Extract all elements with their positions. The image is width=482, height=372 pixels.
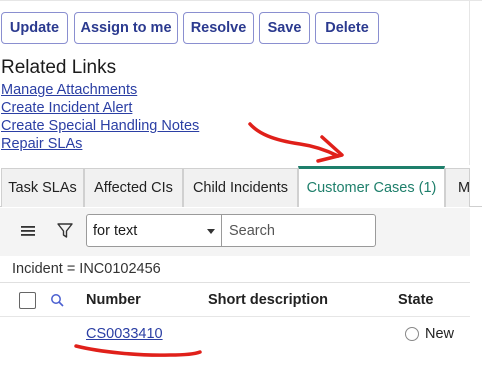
update-button[interactable]: Update [1,12,68,44]
save-button[interactable]: Save [259,12,310,44]
search-field-select[interactable]: for text [86,214,222,247]
top-divider [0,0,482,1]
header-row-divider [0,316,470,317]
annotation-underline [74,344,202,357]
annotation-arrow-head [316,135,344,163]
tab-task-slas[interactable]: Task SLAs [1,168,84,207]
select-all-checkbox[interactable] [19,292,36,309]
search-placeholder: Search [229,222,275,239]
search-field-value: for text [93,222,138,239]
hamburger-menu-icon[interactable] [18,222,38,240]
state-status-icon [405,327,419,341]
create-special-handling-notes-link[interactable]: Create Special Handling Notes [1,118,199,134]
manage-attachments-link[interactable]: Manage Attachments [1,82,137,98]
search-input[interactable]: Search [221,214,376,247]
tab-more-truncated[interactable]: Mu [445,168,470,207]
related-links-heading: Related Links [1,57,117,78]
funnel-filter-icon[interactable] [55,221,75,241]
breadcrumb-divider [0,282,470,283]
assign-to-me-button[interactable]: Assign to me [74,12,178,44]
tab-affected-cis[interactable]: Affected CIs [84,168,183,207]
filter-breadcrumb[interactable]: Incident = INC0102456 [12,261,161,277]
column-header-state[interactable]: State [398,292,433,308]
tab-child-incidents[interactable]: Child Incidents [183,168,298,207]
column-header-number[interactable]: Number [86,292,141,308]
case-number-link[interactable]: CS0033410 [86,326,163,342]
repair-slas-link[interactable]: Repair SLAs [1,136,82,152]
annotation-arrow-shaft [248,122,340,158]
case-state: New [425,326,455,342]
magnifier-icon[interactable] [48,291,66,309]
create-incident-alert-link[interactable]: Create Incident Alert [1,100,132,116]
column-header-short-description[interactable]: Short description [208,292,328,308]
right-divider [469,0,470,165]
delete-button[interactable]: Delete [315,12,379,44]
resolve-button[interactable]: Resolve [183,12,254,44]
caret-down-icon [207,229,215,234]
tab-customer-cases[interactable]: Customer Cases (1) [298,166,445,207]
